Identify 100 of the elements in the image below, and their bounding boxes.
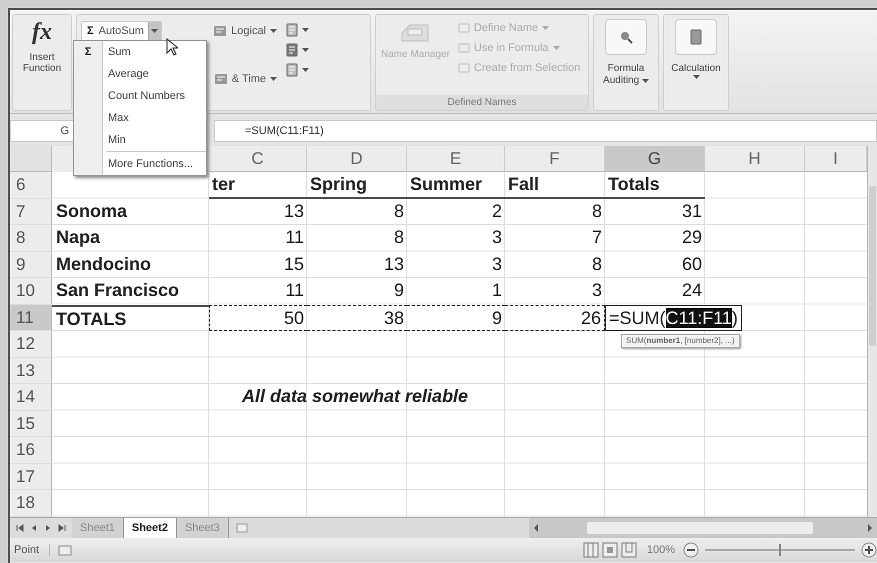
table-cell-text: Sonoma — [55, 200, 128, 222]
caret-icon — [270, 77, 277, 81]
row-header[interactable]: 14 — [10, 384, 52, 410]
table-cell-text: 13 — [282, 200, 305, 222]
previous-sheet-icon — [30, 524, 38, 532]
formula-field[interactable]: =SUM(C11:F11) — [214, 120, 877, 142]
caret-icon — [642, 79, 649, 83]
table-cell-text: 24 — [680, 279, 703, 302]
page-layout-icon — [602, 542, 618, 558]
function-category-button[interactable]: Logical — [211, 23, 279, 39]
row-header[interactable]: 15 — [10, 410, 52, 437]
next-sheet-icon — [44, 524, 52, 532]
caret-icon — [302, 28, 309, 32]
zoom-out-icon — [683, 542, 699, 558]
table-cell-text: Napa — [55, 226, 102, 249]
table-cell-text: 8 — [590, 252, 603, 276]
column-header[interactable]: F — [505, 146, 605, 172]
row-header[interactable]: 11 — [10, 304, 52, 331]
table-cell-text: 8 — [392, 200, 405, 222]
table-cell-text: 29 — [680, 226, 703, 249]
last-sheet-icon — [58, 524, 66, 532]
function-category-button[interactable] — [285, 23, 309, 37]
table-cell: Summer — [407, 172, 505, 198]
scroll-left-icon[interactable] — [533, 524, 539, 532]
autosum-button[interactable]: Σ AutoSum — [81, 21, 162, 41]
menu-item[interactable]: Min — [74, 129, 206, 151]
table-cell-text: 60 — [680, 252, 703, 276]
table-cell-text: All data somewhat reliable — [240, 385, 470, 408]
table-cell-text: 7 — [590, 226, 603, 249]
table-cell-text: 9 — [392, 279, 405, 302]
caret-icon — [302, 68, 309, 72]
caret-icon — [542, 26, 550, 30]
table-cell-text: San Francisco — [55, 279, 180, 302]
table-cell-text: 8 — [392, 226, 405, 249]
menu-item[interactable]: More Functions... — [106, 151, 206, 175]
zoom-level[interactable]: 100% — [638, 544, 683, 556]
row-header[interactable]: 7 — [10, 198, 52, 225]
caret-icon — [552, 46, 560, 50]
table-cell: 38 — [307, 304, 407, 331]
column-header[interactable]: D — [307, 146, 407, 172]
table-cell-text: 3 — [590, 279, 603, 302]
table-cell: Fall — [505, 172, 605, 198]
table-cell-text: 3 — [490, 226, 503, 249]
table-cell-text: 2 — [490, 200, 503, 222]
caret-icon — [270, 29, 277, 33]
row-header[interactable]: 13 — [10, 358, 52, 384]
magnifier-icon — [618, 29, 634, 45]
table-cell-text: 15 — [282, 252, 305, 276]
column-header[interactable]: G — [605, 146, 705, 172]
group-label: Defined Names — [376, 95, 588, 110]
table-cell-text: 13 — [382, 252, 405, 276]
row-header[interactable]: 6 — [10, 172, 52, 198]
row-header[interactable]: 8 — [10, 225, 52, 252]
table-cell-text: 8 — [590, 200, 603, 222]
macro-record-icon — [58, 542, 72, 556]
name-box[interactable]: G — [10, 120, 76, 142]
page-break-icon — [620, 542, 637, 558]
insert-sheet-icon — [234, 520, 249, 534]
table-cell: 9 — [407, 304, 505, 331]
row-header[interactable]: 17 — [10, 464, 52, 490]
row-header[interactable]: 12 — [10, 331, 52, 358]
status-mode: Point — [10, 544, 50, 556]
caret-icon — [692, 75, 700, 79]
column-header[interactable]: E — [407, 146, 505, 172]
column-header[interactable]: H — [705, 146, 805, 172]
column-header[interactable]: I — [805, 146, 867, 172]
function-tooltip: SUM(number1, [number2], ...) — [621, 334, 740, 348]
menu-item[interactable]: Max — [74, 107, 206, 129]
function-category-button[interactable]: & Time — [212, 71, 279, 87]
zoom-in-icon — [861, 542, 877, 558]
table-cell: TOTALS — [52, 304, 209, 331]
first-sheet-icon — [16, 524, 24, 532]
sheet-tab[interactable]: Sheet2 — [124, 518, 177, 538]
row-header[interactable]: 16 — [10, 437, 52, 464]
table-cell-text: Mendocino — [55, 252, 152, 276]
function-category-button[interactable] — [285, 43, 309, 57]
menu-item[interactable]: Count Numbers — [74, 85, 206, 107]
table-cell: 50 — [209, 304, 307, 331]
table-cell-text: 11 — [284, 226, 305, 249]
menu-item[interactable]: Σ Sum — [74, 41, 206, 63]
menu-item[interactable]: Average — [74, 63, 206, 85]
row-header[interactable]: 9 — [10, 252, 52, 278]
table-cell-text: 11 — [284, 279, 305, 302]
row-header[interactable]: 18 — [10, 490, 52, 516]
scroll-right-icon[interactable] — [867, 524, 873, 532]
row-header[interactable]: 10 — [10, 278, 52, 304]
column-header[interactable]: C — [209, 146, 307, 172]
table-cell: ter — [209, 172, 307, 198]
table-cell-text: 3 — [490, 252, 503, 276]
cell-editor[interactable]: =SUM(C11:F11) — [605, 304, 742, 331]
table-cell-text: 1 — [490, 279, 503, 302]
horizontal-scrollbar[interactable] — [529, 518, 877, 538]
caret-icon — [302, 48, 309, 52]
normal-view-icon — [582, 542, 599, 558]
table-cell-text: 31 — [680, 200, 703, 222]
function-category-button[interactable] — [285, 63, 309, 77]
caret-icon — [151, 29, 158, 33]
vertical-scrollbar[interactable] — [867, 146, 877, 516]
table-cell: Totals — [605, 172, 705, 198]
table-cell: Spring — [307, 172, 407, 198]
